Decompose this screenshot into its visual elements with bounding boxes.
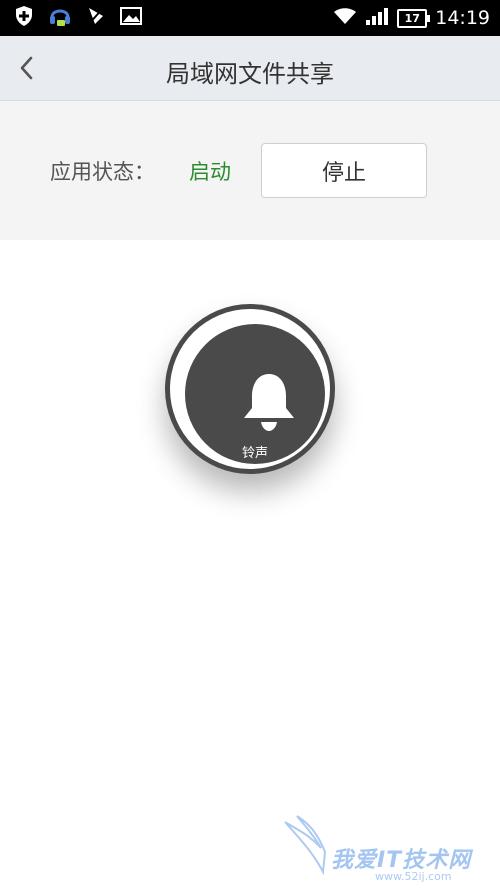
clock: 14:19: [435, 7, 490, 29]
ringtone-label: 铃声: [241, 446, 268, 461]
ringtone-button-ring: 铃声: [170, 309, 330, 469]
status-bar-left: [14, 5, 142, 31]
status-panel: 应用状态： 启动 停止: [0, 101, 500, 240]
ringtone-button-core: 铃声: [185, 324, 325, 464]
stop-button[interactable]: 停止: [261, 143, 427, 198]
bell-icon: [244, 374, 294, 431]
headset-chat-icon: [48, 3, 72, 33]
shield-plus-icon: [14, 5, 34, 31]
status-bar-right: 17 14:19: [333, 4, 490, 32]
page-title: 局域网文件共享: [166, 60, 334, 88]
title-bar: 局域网文件共享: [0, 36, 500, 101]
signal-icon: [365, 7, 389, 29]
app-status-value: 启动: [189, 160, 231, 184]
wifi-icon: [333, 7, 357, 29]
watermark-url: www.52ij.com: [375, 870, 452, 883]
image-icon: [120, 6, 142, 30]
app-status-label: 应用状态：: [50, 160, 155, 184]
ringtone-button[interactable]: 铃声: [165, 304, 335, 474]
watermark: 我爱IT技术网 www.52ij.com: [283, 812, 495, 884]
battery-icon: 17: [397, 8, 431, 28]
no-signal-flag-icon: [86, 5, 106, 31]
status-bar: 17 14:19: [0, 0, 500, 36]
